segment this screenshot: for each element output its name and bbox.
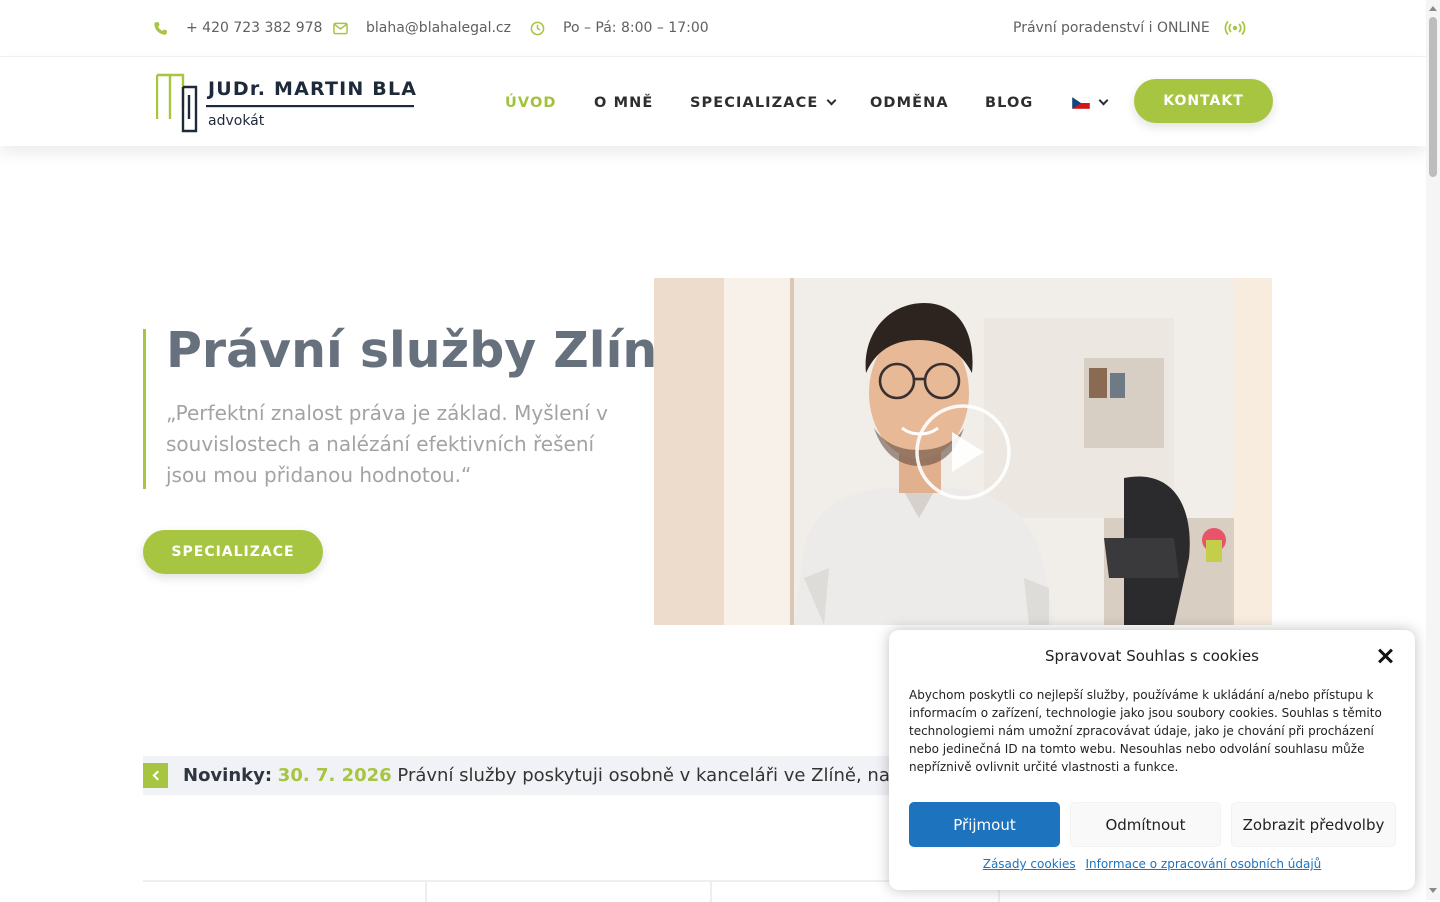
close-icon[interactable] bbox=[1375, 646, 1395, 666]
top-bar: + 420 723 382 978 blaha@blahalegal.cz Po… bbox=[0, 0, 1426, 56]
phone-contact[interactable]: + 420 723 382 978 bbox=[152, 18, 322, 38]
phone-icon bbox=[152, 20, 168, 36]
news-item[interactable]: Novinky: 30. 7. 2026 Právní služby posky… bbox=[183, 765, 913, 786]
news-prev-button[interactable] bbox=[143, 763, 168, 788]
opening-hours: Po – Pá: 8:00 – 17:00 bbox=[529, 18, 709, 38]
specializations-button[interactable]: SPECIALIZACE bbox=[143, 530, 323, 574]
page-title: Právní služby Zlín bbox=[166, 322, 658, 379]
cookie-policy-link[interactable]: Zásady cookies bbox=[983, 857, 1076, 871]
news-label: Novinky: bbox=[183, 765, 273, 786]
cookie-text: Abychom poskytli co nejlepší služby, pou… bbox=[909, 688, 1382, 774]
nav-uvod-label[interactable]: ÚVOD bbox=[505, 95, 557, 111]
cookie-accept-button[interactable]: Přijmout bbox=[909, 802, 1060, 847]
video-thumbnail bbox=[654, 278, 1272, 625]
card-divider bbox=[710, 882, 712, 902]
chevron-down-icon bbox=[826, 95, 837, 106]
online-advice[interactable]: Právní poradenství i ONLINE bbox=[1013, 18, 1210, 38]
nav-blog[interactable]: BLOG bbox=[985, 93, 1033, 113]
clock-icon bbox=[529, 20, 545, 36]
nav-o-mne[interactable]: O MNĚ bbox=[594, 93, 653, 113]
cookie-links: Zásady cookies Informace o zpracování os… bbox=[889, 857, 1415, 871]
logo-subtitle: advokát bbox=[208, 113, 265, 129]
nav-o-mne-label[interactable]: O MNĚ bbox=[594, 95, 653, 111]
czech-flag-icon bbox=[1072, 97, 1090, 109]
cookie-title: Spravovat Souhlas s cookies bbox=[1045, 647, 1259, 665]
contact-button[interactable]: KONTAKT bbox=[1134, 79, 1273, 123]
online-text[interactable]: Právní poradenství i ONLINE bbox=[1013, 20, 1210, 36]
news-date: 30. 7. 2026 bbox=[277, 765, 392, 786]
cards-section-top bbox=[143, 880, 1013, 902]
email-contact[interactable]: blaha@blahalegal.cz bbox=[332, 18, 511, 38]
news-ticker: Novinky: 30. 7. 2026 Právní služby posky… bbox=[143, 756, 913, 795]
broadcast-icon[interactable] bbox=[1224, 18, 1246, 38]
page-scrollbar[interactable] bbox=[1426, 0, 1440, 900]
scroll-up-icon[interactable] bbox=[1429, 6, 1437, 11]
specializations-button-label[interactable]: SPECIALIZACE bbox=[171, 544, 294, 560]
language-switcher[interactable] bbox=[1072, 93, 1109, 113]
scroll-down-icon[interactable] bbox=[1429, 888, 1437, 893]
scroll-thumb[interactable] bbox=[1429, 17, 1437, 177]
cookie-deny-button[interactable]: Odmítnout bbox=[1070, 802, 1221, 847]
hours-text: Po – Pá: 8:00 – 17:00 bbox=[563, 20, 709, 36]
nav-specializace-label[interactable]: SPECIALIZACE bbox=[690, 95, 818, 111]
nav-odmena[interactable]: ODMĚNA bbox=[870, 93, 949, 113]
hero-accent-bar bbox=[143, 329, 146, 489]
privacy-info-link[interactable]: Informace o zpracování osobních údajů bbox=[1085, 857, 1321, 871]
email-text[interactable]: blaha@blahalegal.cz bbox=[366, 20, 511, 36]
site-logo[interactable]: JUDr. MARTIN BLAHA advokát bbox=[155, 73, 449, 133]
main-header: JUDr. MARTIN BLAHA advokát ÚVOD O MNĚ SP… bbox=[0, 56, 1426, 146]
hero-quote: „Perfektní znalost práva je základ. Myšl… bbox=[166, 401, 608, 487]
chevron-left-icon bbox=[152, 770, 162, 781]
envelope-icon bbox=[332, 20, 348, 36]
cookie-preferences-button[interactable]: Zobrazit předvolby bbox=[1231, 802, 1396, 847]
chevron-down-icon bbox=[1098, 95, 1109, 106]
nav-blog-label[interactable]: BLOG bbox=[985, 95, 1033, 111]
cookie-consent-dialog: Spravovat Souhlas s cookies Abychom posk… bbox=[889, 630, 1415, 890]
phone-text[interactable]: + 420 723 382 978 bbox=[186, 20, 322, 36]
card-divider bbox=[425, 882, 427, 902]
nav-odmena-label[interactable]: ODMĚNA bbox=[870, 95, 949, 111]
contact-button-label[interactable]: KONTAKT bbox=[1163, 93, 1244, 109]
nav-specializace[interactable]: SPECIALIZACE bbox=[690, 93, 837, 113]
nav-uvod[interactable]: ÚVOD bbox=[505, 93, 557, 113]
news-headline[interactable]: Právní služby poskytuji osobně v kancelá… bbox=[397, 765, 913, 786]
intro-video[interactable] bbox=[654, 278, 1272, 625]
logo-name: JUDr. MARTIN BLAHA bbox=[206, 78, 418, 100]
